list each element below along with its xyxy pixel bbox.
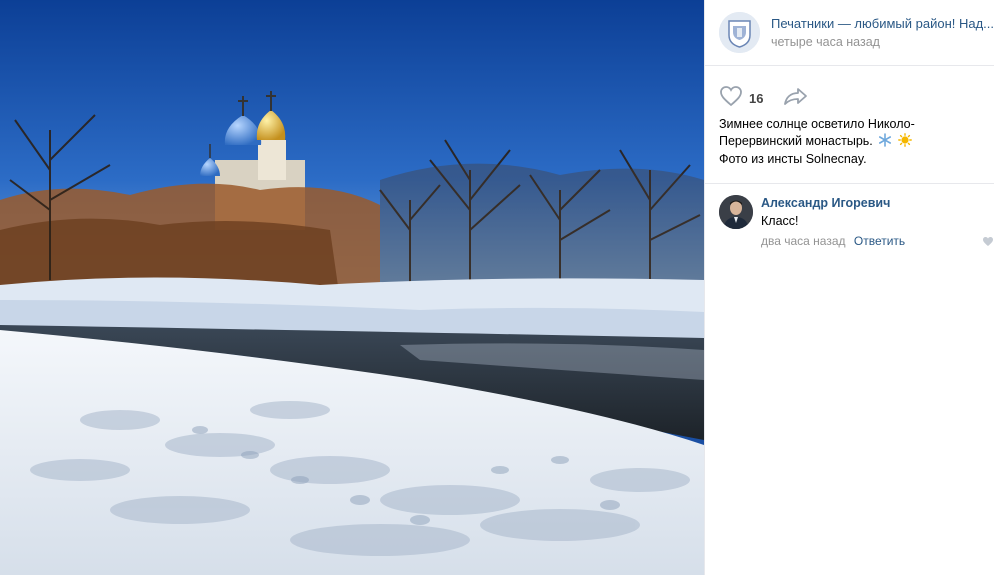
post-text-line-2: Перервинский монастырь. [719, 133, 873, 148]
post-sidebar: Печатники — любимый район! Над... четыре… [704, 0, 994, 575]
photo-image [0, 0, 704, 575]
comment-author-link[interactable]: Александр Игоревич [761, 195, 905, 211]
post-time[interactable]: четыре часа назад [771, 34, 994, 51]
post-text-line-1: Зимнее солнце осветило Николо- [719, 117, 915, 131]
comment-like-heart-icon[interactable] [982, 234, 994, 252]
comment-text: Класс! [761, 214, 799, 228]
comment-item: Александр Игоревич Класс! два часа назад… [705, 184, 994, 249]
reply-button[interactable]: Ответить [854, 234, 905, 248]
group-avatar[interactable] [719, 12, 760, 53]
sun-icon [897, 132, 912, 152]
like-button[interactable]: 16 [719, 85, 763, 112]
group-name-link[interactable]: Печатники — любимый район! Над... [771, 15, 994, 32]
post-actions: 16 [705, 66, 994, 113]
share-arrow-icon [783, 86, 809, 111]
post-text: Зимнее солнце осветило Николо- Перервинс… [705, 113, 994, 183]
snowflake-icon [878, 132, 892, 152]
comment-time[interactable]: два часа назад [761, 234, 846, 248]
post-text-line-3: Фото из инсты Solnecnay. [719, 152, 867, 166]
share-button[interactable] [783, 86, 809, 111]
commenter-avatar[interactable] [719, 195, 753, 229]
post-header: Печатники — любимый район! Над... четыре… [705, 0, 994, 66]
post-photo[interactable] [0, 0, 704, 575]
like-count: 16 [749, 91, 764, 106]
heart-icon [719, 85, 743, 112]
